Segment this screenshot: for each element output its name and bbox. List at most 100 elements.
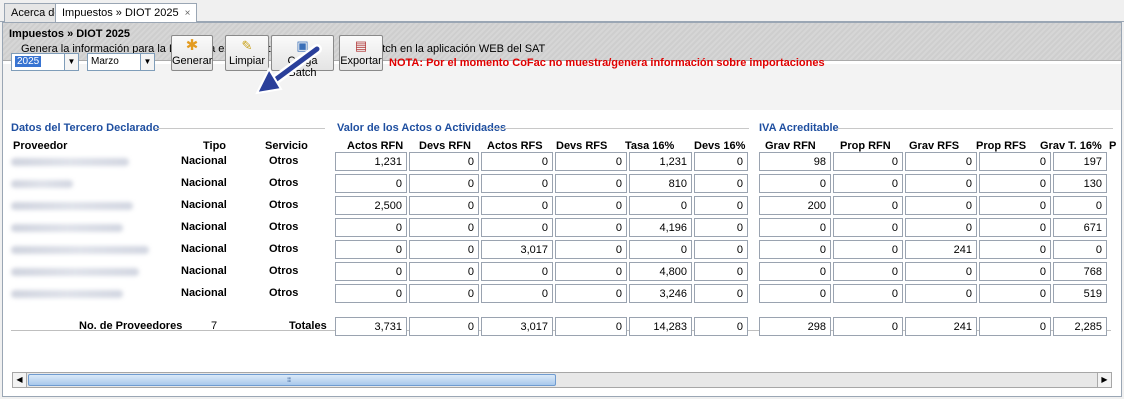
value-cell[interactable]: 0 (694, 218, 748, 237)
value-cell[interactable]: 1,231 (335, 152, 407, 171)
value-cell[interactable]: 0 (694, 152, 748, 171)
value-cell[interactable]: 0 (481, 262, 553, 281)
table-row[interactable]: Nacional Otros 0 0 3,017 0 0 0 0 0 241 0 0 (3, 238, 1121, 260)
value-cell[interactable]: 0 (1053, 196, 1107, 215)
value-cell[interactable]: 0 (833, 218, 903, 237)
value-cell[interactable]: 98 (759, 152, 831, 171)
value-cell[interactable]: 0 (905, 196, 977, 215)
value-cell[interactable]: 0 (979, 284, 1051, 303)
value-cell[interactable]: 0 (979, 174, 1051, 193)
value-cell[interactable]: 768 (1053, 262, 1107, 281)
exportar-button[interactable]: ▤ Exportar (339, 35, 383, 71)
value-cell[interactable]: 0 (409, 218, 479, 237)
value-cell[interactable]: 0 (979, 218, 1051, 237)
value-cell[interactable]: 0 (833, 196, 903, 215)
scroll-left-icon[interactable]: ◀ (13, 373, 27, 387)
value-cell[interactable]: 0 (905, 174, 977, 193)
value-cell[interactable]: 671 (1053, 218, 1107, 237)
value-cell[interactable]: 0 (481, 196, 553, 215)
month-select[interactable]: Marzo ▼ (87, 53, 155, 71)
value-cell[interactable]: 1,231 (629, 152, 692, 171)
value-cell[interactable]: 0 (905, 152, 977, 171)
value-cell[interactable]: 0 (555, 262, 627, 281)
value-cell[interactable]: 0 (979, 240, 1051, 259)
value-cell[interactable]: 0 (481, 152, 553, 171)
value-cell[interactable]: 0 (555, 196, 627, 215)
value-cell[interactable]: 0 (694, 262, 748, 281)
table-row[interactable]: Nacional Otros 1,231 0 0 0 1,231 0 98 0 0 0 197 (3, 150, 1121, 172)
value-cell[interactable]: 0 (979, 196, 1051, 215)
value-cell[interactable]: 0 (1053, 240, 1107, 259)
value-cell[interactable]: 0 (694, 174, 748, 193)
group-divider (487, 128, 749, 129)
table-row[interactable]: Nacional Otros 0 0 0 0 810 0 0 0 0 0 130 (3, 172, 1121, 194)
value-cell[interactable]: 0 (629, 240, 692, 259)
value-cell[interactable]: 0 (694, 240, 748, 259)
value-cell[interactable]: 0 (481, 174, 553, 193)
value-cell[interactable]: 0 (409, 284, 479, 303)
value-cell[interactable]: 0 (555, 284, 627, 303)
value-cell[interactable]: 0 (759, 262, 831, 281)
value-cell[interactable]: 519 (1053, 284, 1107, 303)
value-cell[interactable]: 0 (555, 152, 627, 171)
value-cell[interactable]: 0 (409, 196, 479, 215)
value-cell[interactable]: 0 (629, 196, 692, 215)
value-cell[interactable]: 0 (555, 218, 627, 237)
value-cell[interactable]: 0 (335, 174, 407, 193)
value-cell[interactable]: 0 (833, 284, 903, 303)
chevron-down-icon[interactable]: ▼ (64, 54, 78, 70)
chevron-down-icon[interactable]: ▼ (140, 54, 154, 70)
value-cell[interactable]: 0 (555, 240, 627, 259)
value-cell[interactable]: 0 (335, 262, 407, 281)
value-cell[interactable]: 0 (759, 174, 831, 193)
table-row[interactable]: Nacional Otros 0 0 0 0 4,196 0 0 0 0 0 671 (3, 216, 1121, 238)
proveedores-count-label: No. de Proveedores (79, 320, 183, 332)
value-cell[interactable]: 0 (694, 196, 748, 215)
table-row[interactable]: Nacional Otros 0 0 0 0 3,246 0 0 0 0 0 519 (3, 282, 1121, 304)
value-cell[interactable]: 0 (905, 262, 977, 281)
value-cell[interactable]: 0 (555, 174, 627, 193)
value-cell[interactable]: 0 (481, 284, 553, 303)
value-cell[interactable]: 130 (1053, 174, 1107, 193)
value-cell[interactable]: 0 (409, 240, 479, 259)
value-cell[interactable]: 4,800 (629, 262, 692, 281)
value-cell[interactable]: 200 (759, 196, 831, 215)
value-cell[interactable]: 0 (759, 284, 831, 303)
value-cell[interactable]: 0 (409, 152, 479, 171)
value-cell[interactable]: 0 (335, 284, 407, 303)
value-cell[interactable]: 2,500 (335, 196, 407, 215)
generar-button[interactable]: ✱ Generar (171, 35, 213, 71)
value-cell[interactable]: 0 (979, 262, 1051, 281)
value-cell[interactable]: 0 (833, 240, 903, 259)
value-cell[interactable]: 810 (629, 174, 692, 193)
value-cell[interactable]: 197 (1053, 152, 1107, 171)
close-icon[interactable]: × (185, 8, 191, 19)
scroll-right-icon[interactable]: ▶ (1097, 373, 1111, 387)
value-cell[interactable]: 0 (759, 218, 831, 237)
value-cell[interactable]: 0 (833, 152, 903, 171)
value-cell[interactable]: 0 (759, 240, 831, 259)
value-cell[interactable]: 0 (409, 174, 479, 193)
scrollbar-thumb[interactable]: ⁞⁞⁞⁞⁞ (28, 374, 556, 386)
tab-diot-2025[interactable]: Impuestos » DIOT 2025 × (55, 3, 198, 23)
value-cell[interactable]: 0 (833, 174, 903, 193)
tab-label: Impuestos » DIOT 2025 (62, 7, 179, 19)
value-cell[interactable]: 0 (335, 218, 407, 237)
value-cell[interactable]: 3,246 (629, 284, 692, 303)
value-cell[interactable]: 0 (335, 240, 407, 259)
value-cell[interactable]: 4,196 (629, 218, 692, 237)
value-cell[interactable]: 241 (905, 240, 977, 259)
value-cell[interactable]: 0 (905, 218, 977, 237)
value-cell[interactable]: 0 (694, 284, 748, 303)
value-cell[interactable]: 0 (481, 218, 553, 237)
table-row[interactable]: Nacional Otros 2,500 0 0 0 0 0 200 0 0 0 0 (3, 194, 1121, 216)
servicio-cell: Otros (269, 287, 299, 299)
table-row[interactable]: Nacional Otros 0 0 0 0 4,800 0 0 0 0 0 768 (3, 260, 1121, 282)
year-select[interactable]: 2025 ▼ (11, 53, 79, 71)
value-cell[interactable]: 0 (979, 152, 1051, 171)
value-cell[interactable]: 0 (905, 284, 977, 303)
value-cell[interactable]: 0 (409, 262, 479, 281)
horizontal-scrollbar[interactable]: ◀ ⁞⁞⁞⁞⁞ ▶ (12, 372, 1112, 388)
value-cell[interactable]: 3,017 (481, 240, 553, 259)
value-cell[interactable]: 0 (833, 262, 903, 281)
